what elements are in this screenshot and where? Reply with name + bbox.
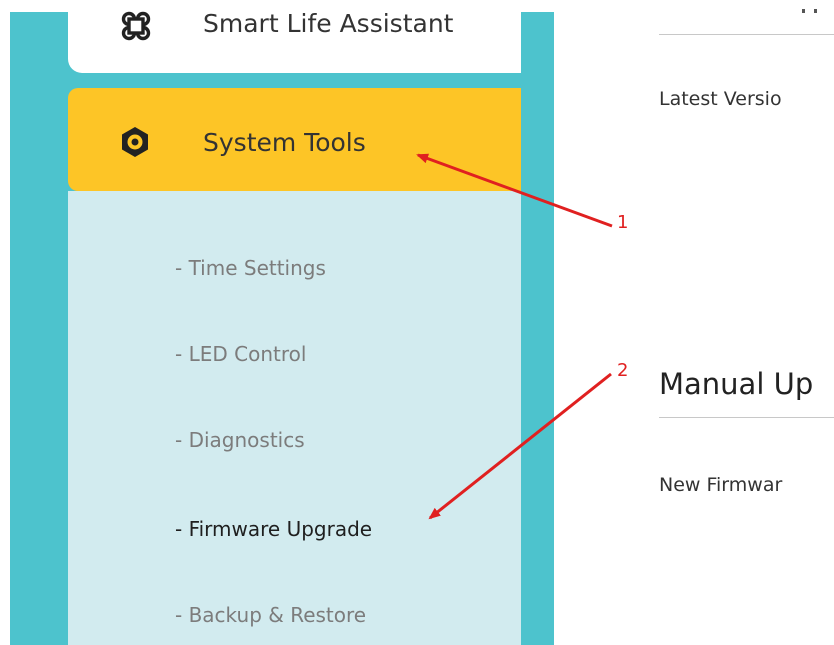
annotation-label-2: 2	[617, 360, 629, 381]
submenu-item-led-control[interactable]: - LED Control	[175, 342, 306, 366]
latest-version-label: Latest Versio	[659, 88, 782, 110]
gear-icon	[118, 125, 152, 159]
smart-life-assistant-label: Smart Life Assistant	[203, 9, 454, 38]
new-firmware-label: New Firmwar	[659, 474, 783, 496]
submenu-item-time-settings[interactable]: - Time Settings	[175, 256, 326, 280]
header-fragment	[802, 0, 822, 13]
annotation-label-1: 1	[617, 212, 629, 233]
cmd-icon	[118, 8, 154, 44]
section-divider	[659, 34, 834, 35]
submenu-item-diagnostics[interactable]: - Diagnostics	[175, 428, 305, 452]
manual-upgrade-title: Manual Up	[659, 367, 814, 401]
submenu-item-firmware-upgrade[interactable]: - Firmware Upgrade	[175, 517, 372, 541]
submenu-item-backup-restore[interactable]: - Backup & Restore	[175, 603, 366, 627]
section-divider	[659, 417, 834, 418]
page-left-margin	[0, 0, 10, 645]
system-tools-label: System Tools	[203, 128, 366, 157]
